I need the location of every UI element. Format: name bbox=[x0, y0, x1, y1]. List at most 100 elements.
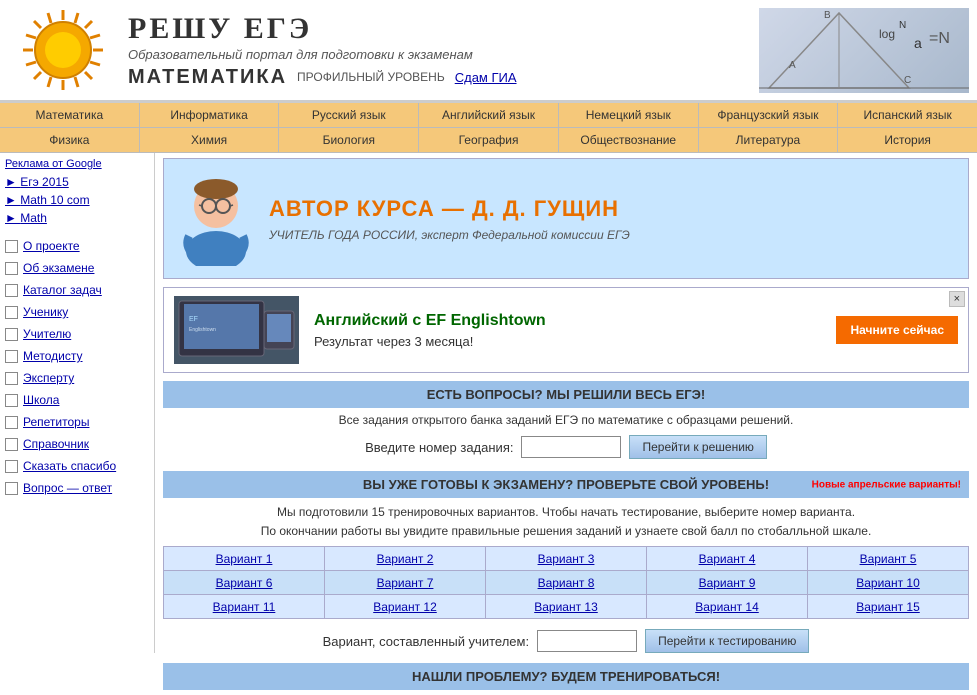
variant-link-4[interactable]: Вариант 4 bbox=[699, 552, 756, 566]
svg-text:log: log bbox=[879, 27, 895, 41]
variant-cell-4: Вариант 4 bbox=[647, 547, 808, 571]
ef-text: Английский с EF Englishtown Результат че… bbox=[314, 312, 826, 349]
main-layout: Реклама от Google ► Егэ 2015 ► Math 10 c… bbox=[0, 153, 977, 695]
nav-informatics[interactable]: Информатика bbox=[140, 103, 280, 127]
task-number-label: Введите номер задания: bbox=[365, 440, 513, 455]
nav-physics[interactable]: Физика bbox=[0, 128, 140, 152]
svg-text:EF: EF bbox=[189, 316, 198, 323]
ef-start-button[interactable]: Начните сейчас bbox=[836, 316, 958, 344]
sidebar-ad-1[interactable]: ► Егэ 2015 bbox=[5, 173, 149, 191]
nav-french[interactable]: Французский язык bbox=[699, 103, 839, 127]
nav-geography[interactable]: География bbox=[419, 128, 559, 152]
checkbox-thanks[interactable] bbox=[5, 460, 18, 473]
nav-spanish[interactable]: Испанский язык bbox=[838, 103, 977, 127]
questions-section: ЕСТЬ ВОПРОСЫ? МЫ РЕШИЛИ ВЕСЬ ЕГЭ! Все за… bbox=[163, 381, 969, 459]
checkbox-tutors[interactable] bbox=[5, 416, 18, 429]
logo bbox=[8, 5, 118, 95]
checkbox-teacher[interactable] bbox=[5, 328, 18, 341]
sidebar-nav-about[interactable]: О проекте bbox=[5, 235, 149, 257]
variant-link-7[interactable]: Вариант 7 bbox=[377, 576, 434, 590]
variant-link-9[interactable]: Вариант 9 bbox=[699, 576, 756, 590]
variant-link-3[interactable]: Вариант 3 bbox=[538, 552, 595, 566]
author-banner: АВТОР КУРСА — Д. Д. ГУЩИН УЧИТЕЛЬ ГОДА Р… bbox=[163, 158, 969, 279]
variant-link-1[interactable]: Вариант 1 bbox=[216, 552, 273, 566]
nav-russian[interactable]: Русский язык bbox=[279, 103, 419, 127]
checkbox-expert[interactable] bbox=[5, 372, 18, 385]
sidebar: Реклама от Google ► Егэ 2015 ► Math 10 c… bbox=[0, 153, 155, 653]
teacher-variant-label: Вариант, составленный учителем: bbox=[323, 634, 529, 649]
go-to-testing-button[interactable]: Перейти к тестированию bbox=[645, 629, 809, 653]
exam-desc-line1: Мы подготовили 15 тренировочных варианто… bbox=[168, 503, 964, 522]
svg-text:N: N bbox=[899, 20, 906, 31]
ef-close-button[interactable]: × bbox=[949, 291, 965, 307]
checkbox-catalog[interactable] bbox=[5, 284, 18, 297]
gia-link[interactable]: Сдам ГИА bbox=[455, 70, 517, 85]
exam-section: ВЫ УЖЕ ГОТОВЫ К ЭКЗАМЕНУ? ПРОВЕРЬТЕ СВОЙ… bbox=[163, 471, 969, 653]
checkbox-school[interactable] bbox=[5, 394, 18, 407]
variant-cell-14: Вариант 14 bbox=[647, 595, 808, 619]
svg-text:Englishtown: Englishtown bbox=[189, 327, 216, 333]
problem-section-header: НАШЛИ ПРОБЛЕМУ? БУДЕМ ТРЕНИРОВАТЬСЯ! bbox=[163, 663, 969, 690]
subject-name: МАТЕМАТИКА bbox=[128, 66, 287, 89]
ads-label: Реклама от Google bbox=[5, 158, 149, 170]
sidebar-nav-teacher[interactable]: Учителю bbox=[5, 323, 149, 345]
ef-banner: EF Englishtown Английский с EF Englishto… bbox=[163, 287, 969, 373]
svg-text:=N: =N bbox=[929, 30, 950, 47]
variant-link-6[interactable]: Вариант 6 bbox=[216, 576, 273, 590]
sidebar-nav-thanks[interactable]: Сказать спасибо bbox=[5, 455, 149, 477]
questions-input-row: Введите номер задания: Перейти к решению bbox=[163, 435, 969, 459]
variant-link-8[interactable]: Вариант 8 bbox=[538, 576, 595, 590]
variants-grid: Вариант 1 Вариант 2 Вариант 3 Вариант 4 … bbox=[163, 546, 969, 619]
go-to-solution-button[interactable]: Перейти к решению bbox=[629, 435, 766, 459]
task-number-input[interactable] bbox=[521, 436, 621, 458]
author-title: АВТОР КУРСА — Д. Д. ГУЩИН bbox=[269, 196, 630, 222]
variant-link-5[interactable]: Вариант 5 bbox=[860, 552, 917, 566]
sidebar-nav-tutors[interactable]: Репетиторы bbox=[5, 411, 149, 433]
checkbox-exam[interactable] bbox=[5, 262, 18, 275]
sidebar-nav-student[interactable]: Ученику bbox=[5, 301, 149, 323]
subject-level: ПРОФИЛЬНЫЙ УРОВЕНЬ bbox=[297, 70, 445, 84]
nav-english[interactable]: Английский язык bbox=[419, 103, 559, 127]
variant-link-14[interactable]: Вариант 14 bbox=[695, 600, 759, 614]
nav-history[interactable]: История bbox=[838, 128, 977, 152]
author-avatar bbox=[179, 171, 254, 266]
ef-subtitle: Результат через 3 месяца! bbox=[314, 334, 826, 349]
sidebar-nav-handbook[interactable]: Справочник bbox=[5, 433, 149, 455]
variant-cell-7: Вариант 7 bbox=[325, 571, 486, 595]
checkbox-student[interactable] bbox=[5, 306, 18, 319]
checkbox-qa[interactable] bbox=[5, 482, 18, 495]
sidebar-nav-school[interactable]: Школа bbox=[5, 389, 149, 411]
sidebar-nav-expert[interactable]: Эксперту bbox=[5, 367, 149, 389]
checkbox-about[interactable] bbox=[5, 240, 18, 253]
device-svg: EF Englishtown bbox=[174, 296, 299, 364]
sidebar-ad-3[interactable]: ► Math bbox=[5, 209, 149, 227]
sidebar-ad-2[interactable]: ► Math 10 com bbox=[5, 191, 149, 209]
checkbox-methodist[interactable] bbox=[5, 350, 18, 363]
variant-link-10[interactable]: Вариант 10 bbox=[856, 576, 920, 590]
svg-text:C: C bbox=[904, 75, 911, 86]
sidebar-nav-exam[interactable]: Об экзамене bbox=[5, 257, 149, 279]
nav-chemistry[interactable]: Химия bbox=[140, 128, 280, 152]
nav-biology[interactable]: Биология bbox=[279, 128, 419, 152]
nav-german[interactable]: Немецкий язык bbox=[559, 103, 699, 127]
variant-link-11[interactable]: Вариант 11 bbox=[213, 600, 276, 614]
variant-cell-5: Вариант 5 bbox=[808, 547, 969, 571]
variant-link-12[interactable]: Вариант 12 bbox=[373, 600, 437, 614]
nav-math[interactable]: Математика bbox=[0, 103, 140, 127]
header: РЕШУ ЕГЭ Образовательный портал для подг… bbox=[0, 0, 977, 102]
variant-link-2[interactable]: Вариант 2 bbox=[377, 552, 434, 566]
nav-literature[interactable]: Литература bbox=[699, 128, 839, 152]
checkbox-handbook[interactable] bbox=[5, 438, 18, 451]
header-math-image: log N a =N A B C bbox=[759, 8, 969, 93]
sidebar-nav-qa[interactable]: Вопрос — ответ bbox=[5, 477, 149, 499]
arrow-icon-1: ► bbox=[5, 175, 20, 189]
sidebar-nav-methodist[interactable]: Методисту bbox=[5, 345, 149, 367]
variant-cell-3: Вариант 3 bbox=[486, 547, 647, 571]
variant-link-13[interactable]: Вариант 13 bbox=[534, 600, 598, 614]
variant-link-15[interactable]: Вариант 15 bbox=[856, 600, 920, 614]
exam-header-text: ВЫ УЖЕ ГОТОВЫ К ЭКЗАМЕНУ? ПРОВЕРЬТЕ СВОЙ… bbox=[363, 477, 769, 492]
teacher-variant-input[interactable] bbox=[537, 630, 637, 652]
arrow-icon-3: ► bbox=[5, 211, 20, 225]
nav-social[interactable]: Обществознание bbox=[559, 128, 699, 152]
sidebar-nav-catalog[interactable]: Каталог задач bbox=[5, 279, 149, 301]
